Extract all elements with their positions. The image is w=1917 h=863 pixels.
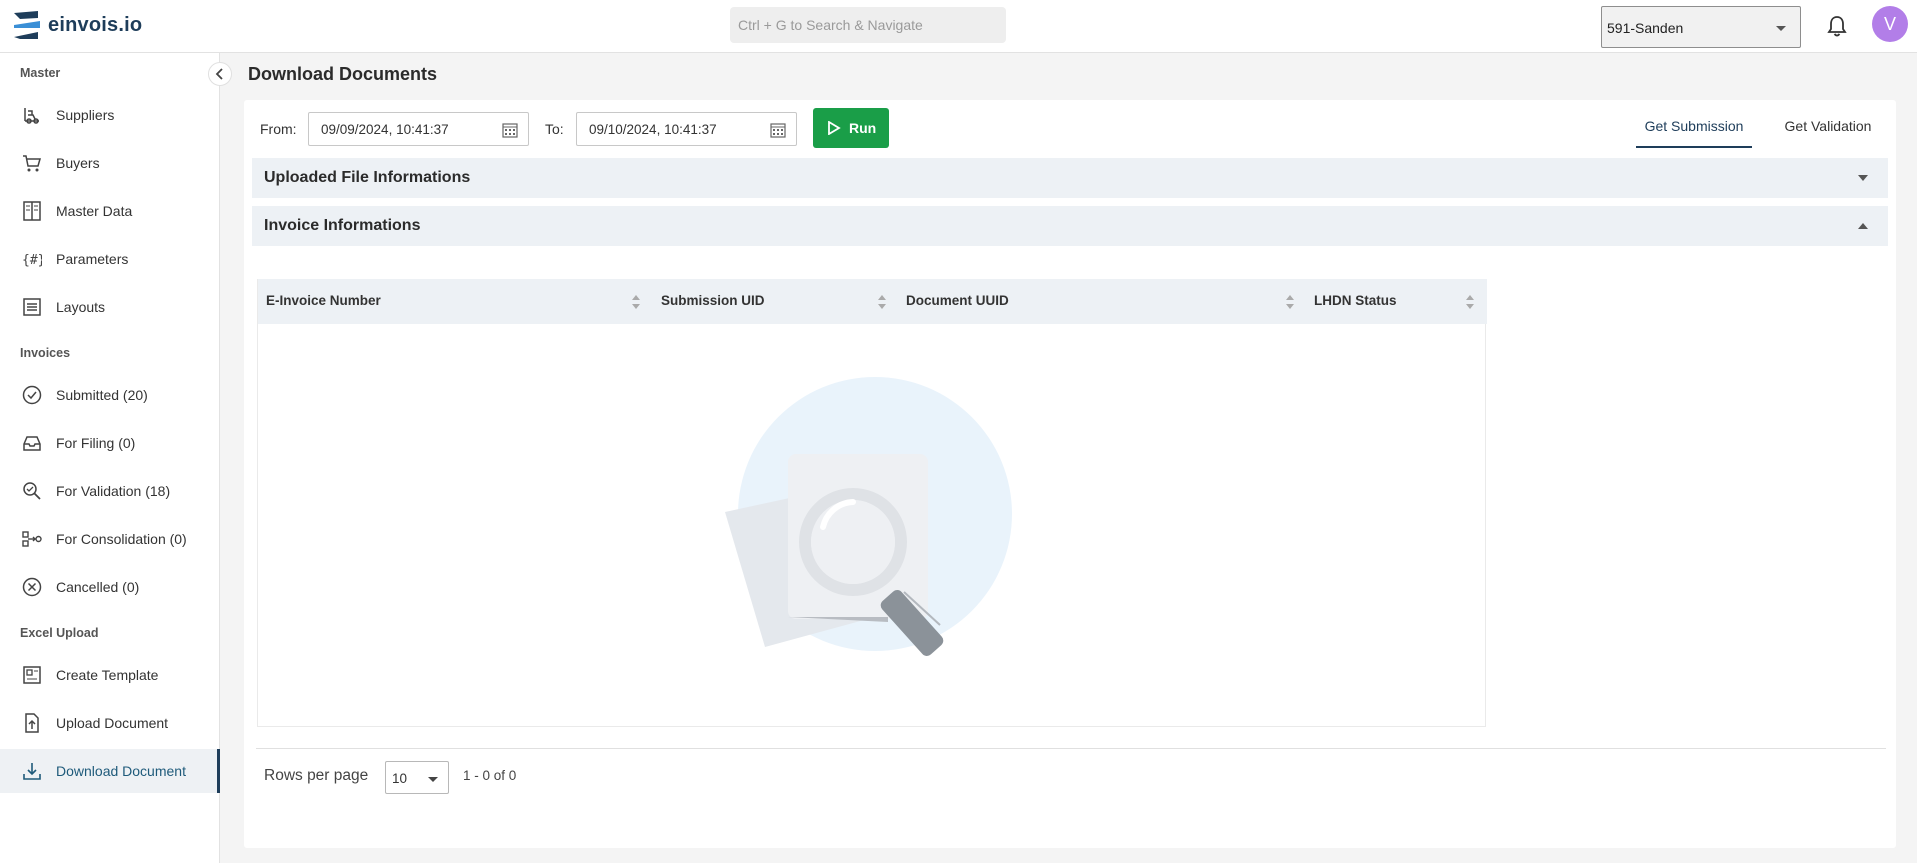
sort-icon[interactable] xyxy=(877,294,887,310)
sidebar-collapse-button[interactable] xyxy=(208,62,232,86)
run-button[interactable]: Run xyxy=(813,108,889,148)
tab-get-validation[interactable]: Get Validation xyxy=(1776,118,1880,148)
column-header-document-uuid[interactable]: Document UUID xyxy=(906,293,1009,308)
sidebar-item-label: Upload Document xyxy=(56,715,169,731)
sidebar-item-buyers[interactable]: Buyers xyxy=(0,141,220,185)
sidebar-item-submitted[interactable]: Submitted (20) xyxy=(0,373,220,417)
sidebar-item-for-validation[interactable]: For Validation (18) xyxy=(0,469,220,513)
top-bar: einvois.io Ctrl + G to Search & Navigate… xyxy=(0,0,1917,53)
sidebar-item-for-filing[interactable]: For Filing (0) xyxy=(0,421,220,465)
layout-icon xyxy=(23,298,41,316)
sidebar-item-download-document[interactable]: Download Document xyxy=(0,749,220,793)
sidebar-item-label: For Filing (0) xyxy=(56,435,136,451)
sidebar-item-master-data[interactable]: Master Data xyxy=(0,189,220,233)
calendar-icon[interactable] xyxy=(502,122,518,138)
sidebar-item-label: Suppliers xyxy=(56,107,115,123)
empty-state-illustration xyxy=(725,377,1012,656)
sidebar-item-label: Cancelled (0) xyxy=(56,579,140,595)
sidebar-section-excel-upload: Excel Upload xyxy=(20,626,99,640)
accordion-invoice-informations[interactable]: Invoice Informations xyxy=(252,206,1888,246)
chevron-down-icon xyxy=(428,777,438,782)
sidebar-item-suppliers[interactable]: Suppliers xyxy=(0,93,220,137)
play-icon xyxy=(828,121,841,135)
search-check-icon xyxy=(23,482,41,500)
invoice-table: E-Invoice Number Submission UID Document… xyxy=(257,279,1487,727)
sidebar-item-upload-document[interactable]: Upload Document xyxy=(0,701,220,745)
rows-per-page-value: 10 xyxy=(392,771,408,786)
pagination-divider xyxy=(256,748,1886,749)
accordion-title: Invoice Informations xyxy=(264,217,421,234)
braces-hash-icon: {#} xyxy=(22,253,42,268)
bell-icon[interactable] xyxy=(1826,14,1848,38)
accordion-uploaded-file-informations[interactable]: Uploaded File Informations xyxy=(252,158,1888,198)
rows-per-page-select[interactable]: 10 xyxy=(385,761,449,794)
x-circle-icon xyxy=(22,577,42,597)
sidebar-section-invoices: Invoices xyxy=(20,346,71,360)
sort-icon[interactable] xyxy=(631,294,641,310)
upload-file-icon xyxy=(25,713,39,733)
chevron-left-icon xyxy=(215,68,223,80)
sidebar-item-label: Download Document xyxy=(56,763,186,779)
app-logo[interactable]: einvois.io xyxy=(14,10,142,40)
organization-select[interactable]: 591-Sanden xyxy=(1601,6,1801,48)
sort-icon[interactable] xyxy=(1285,294,1295,310)
tab-get-submission[interactable]: Get Submission xyxy=(1636,118,1752,148)
to-date-field[interactable]: 09/10/2024, 10:41:37 xyxy=(576,112,797,146)
cart-icon xyxy=(23,155,41,172)
table-header: E-Invoice Number Submission UID Document… xyxy=(258,279,1487,324)
sidebar-item-label: For Consolidation (0) xyxy=(56,531,187,547)
sidebar-item-cancelled[interactable]: Cancelled (0) xyxy=(0,565,220,609)
chevron-up-icon xyxy=(1858,223,1868,229)
sidebar-item-create-template[interactable]: Create Template xyxy=(0,653,220,697)
organization-select-value: 591-Sanden xyxy=(1607,20,1684,36)
chevron-down-icon xyxy=(1776,26,1786,31)
sidebar-item-label: Submitted (20) xyxy=(56,387,148,403)
calendar-icon[interactable] xyxy=(770,122,786,138)
svg-text:{#}: {#} xyxy=(22,253,42,268)
sidebar-item-parameters[interactable]: {#} Parameters xyxy=(0,237,220,281)
from-date-field[interactable]: 09/09/2024, 10:41:37 xyxy=(308,112,529,146)
to-date-value: 09/10/2024, 10:41:37 xyxy=(589,122,717,137)
sidebar-item-label: Parameters xyxy=(56,251,129,267)
logo-text: einvois.io xyxy=(48,13,143,36)
sidebar: Master Suppliers Buyers Master Data {#} … xyxy=(0,53,220,863)
accordion-title: Uploaded File Informations xyxy=(264,169,471,186)
pagination-range: 1 - 0 of 0 xyxy=(463,768,517,783)
check-circle-icon xyxy=(22,385,42,405)
sort-icon[interactable] xyxy=(1465,294,1475,310)
column-header-submission-uid[interactable]: Submission UID xyxy=(661,293,765,308)
sidebar-item-for-consolidation[interactable]: For Consolidation (0) xyxy=(0,517,220,561)
user-avatar[interactable]: V xyxy=(1872,6,1908,42)
from-label: From: xyxy=(260,121,297,137)
sidebar-item-label: Layouts xyxy=(56,299,106,315)
forklift-icon xyxy=(24,108,39,124)
global-search-input[interactable]: Ctrl + G to Search & Navigate xyxy=(730,7,1006,43)
logo-icon xyxy=(14,11,40,39)
sidebar-item-label: For Validation (18) xyxy=(56,483,171,499)
chevron-down-icon xyxy=(1858,175,1868,181)
download-icon xyxy=(23,763,41,780)
template-icon xyxy=(23,666,41,684)
page-title: Download Documents xyxy=(248,64,438,84)
master-data-icon xyxy=(23,201,41,221)
column-header-lhdn-status[interactable]: LHDN Status xyxy=(1314,293,1397,308)
rows-per-page-label: Rows per page xyxy=(264,767,369,784)
column-header-e-invoice-number[interactable]: E-Invoice Number xyxy=(266,293,381,308)
inbox-icon xyxy=(23,436,41,451)
to-label: To: xyxy=(545,121,564,137)
consolidate-icon xyxy=(22,531,42,547)
sidebar-item-layouts[interactable]: Layouts xyxy=(0,285,220,329)
run-button-label: Run xyxy=(849,120,877,136)
sidebar-section-master: Master xyxy=(20,66,61,80)
sidebar-item-label: Create Template xyxy=(56,667,159,683)
from-date-value: 09/09/2024, 10:41:37 xyxy=(321,122,449,137)
sidebar-item-label: Master Data xyxy=(56,203,133,219)
sidebar-item-label: Buyers xyxy=(56,155,100,171)
